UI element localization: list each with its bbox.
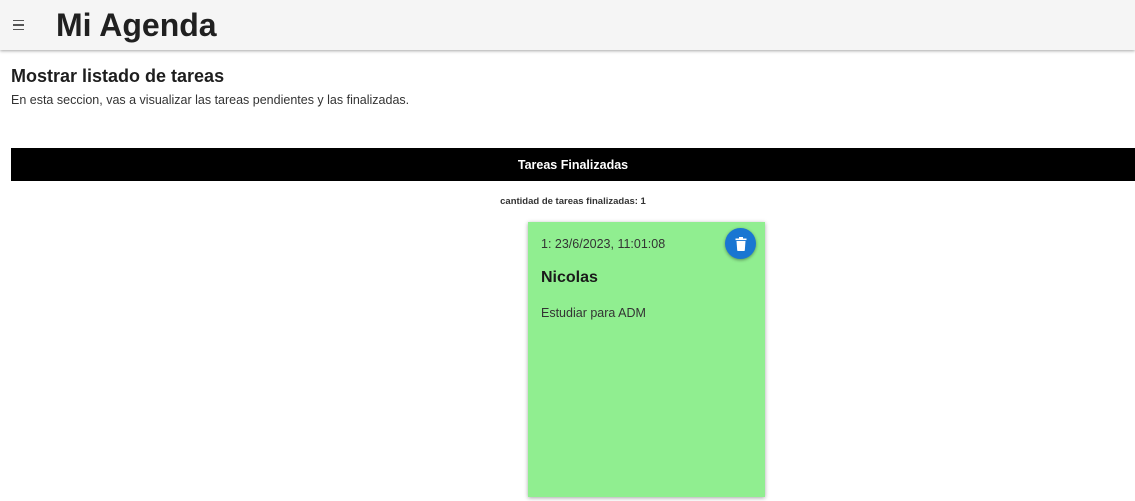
trash-icon	[735, 236, 746, 251]
menu-button[interactable]	[10, 16, 28, 34]
section-description: En esta seccion, vas a visualizar las ta…	[11, 93, 410, 107]
menu-icon-line	[13, 24, 24, 26]
task-date: 1: 23/6/2023, 11:01:08	[541, 237, 666, 251]
finished-tasks-header-label: Tareas Finalizadas	[517, 157, 629, 172]
menu-icon-line	[13, 28, 24, 31]
section-title: Mostrar listado de tareas	[11, 66, 225, 86]
task-description: Estudiar para ADM	[541, 306, 646, 320]
delete-task-button[interactable]	[725, 228, 756, 259]
task-name: Nicolas	[541, 269, 598, 286]
menu-icon-line	[13, 19, 24, 22]
task-card: 1: 23/6/2023, 11:01:08 Nicolas Estudiar …	[528, 222, 765, 497]
app-title: Mi Agenda	[56, 7, 217, 43]
finished-tasks-count: cantidad de tareas finalizadas: 1	[500, 196, 646, 207]
app-toolbar: Mi Agenda	[0, 0, 1135, 50]
finished-tasks-header: Tareas Finalizadas	[11, 148, 1135, 181]
